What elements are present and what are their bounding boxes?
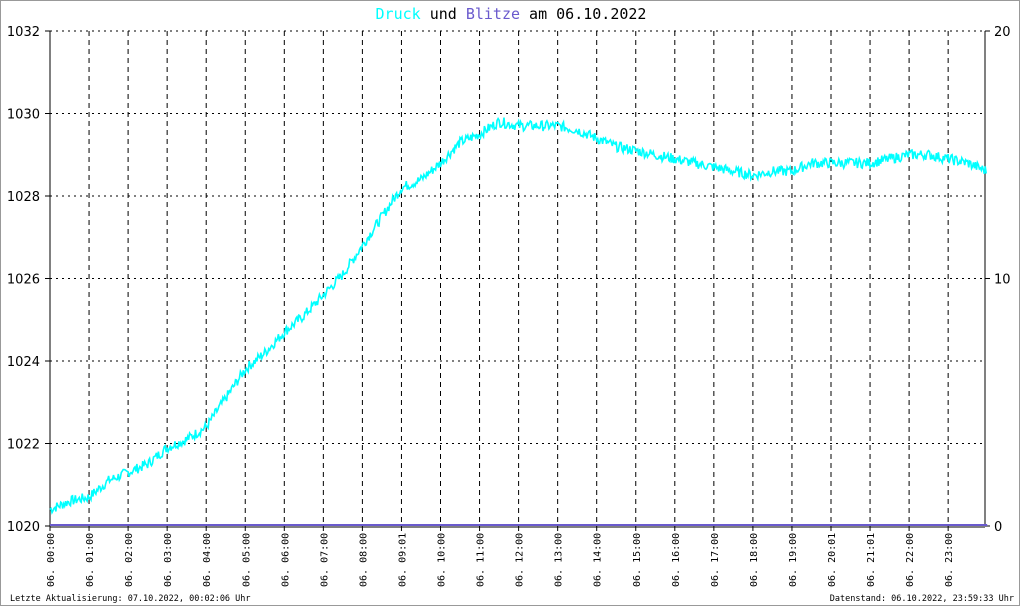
x-tick-label: 06. 18:00 <box>749 533 760 587</box>
x-tick-label: 06. 08:00 <box>358 533 369 587</box>
last-update: Letzte Aktualisierung: 07.10.2022, 00:02… <box>10 594 251 604</box>
x-tick-label: 06. 09:01 <box>397 533 408 587</box>
x-tick-label: 06. 16:00 <box>671 533 682 587</box>
x-tick-label: 06. 15:00 <box>632 533 643 587</box>
y2-tick-label: 0 <box>994 520 1002 535</box>
y-tick-label: 1020 <box>7 520 40 535</box>
y2-tick-label: 20 <box>994 25 1011 40</box>
x-tick-label: 06. 05:00 <box>241 533 252 587</box>
data-status: Datenstand: 06.10.2022, 23:59:33 Uhr <box>829 594 1014 604</box>
y-tick-label: 1024 <box>7 355 40 370</box>
chart-container: Druck und Blitze am 06.10.2022 1020 1022 1… <box>0 0 1020 606</box>
y-tick-label: 1022 <box>7 438 40 453</box>
x-tick-label: 06. 02:00 <box>124 533 135 587</box>
x-tick-label: 06. 11:00 <box>476 533 487 587</box>
plot-area: 10201022102410261028103010320102006. 00:… <box>7 25 1011 587</box>
x-tick-label: 06. 22:00 <box>905 533 916 587</box>
x-tick-label: 06. 06:00 <box>280 533 291 587</box>
y-tick-label: 1032 <box>7 25 40 40</box>
x-tick-label: 06. 12:00 <box>515 533 526 587</box>
x-tick-label: 06. 10:00 <box>437 533 448 587</box>
y-tick-label: 1026 <box>7 273 40 288</box>
x-tick-label: 06. 03:00 <box>163 533 174 587</box>
x-tick-label: 06. 17:00 <box>710 533 721 587</box>
x-tick-label: 06. 20:01 <box>827 533 838 587</box>
x-tick-label: 06. 21:01 <box>866 533 877 587</box>
y2-tick-label: 10 <box>994 273 1011 288</box>
x-tick-label: 06. 00:00 <box>46 533 57 587</box>
x-tick-label: 06. 01:00 <box>85 533 96 587</box>
x-tick-label: 06. 04:00 <box>202 533 213 587</box>
y-tick-label: 1030 <box>7 108 40 123</box>
x-tick-label: 06. 13:00 <box>554 533 565 587</box>
x-tick-label: 06. 19:00 <box>788 533 799 587</box>
x-tick-label: 06. 14:00 <box>593 533 604 587</box>
x-tick-label: 06. 23:00 <box>944 533 955 587</box>
y-tick-label: 1028 <box>7 190 40 205</box>
x-tick-label: 06. 07:00 <box>319 533 330 587</box>
